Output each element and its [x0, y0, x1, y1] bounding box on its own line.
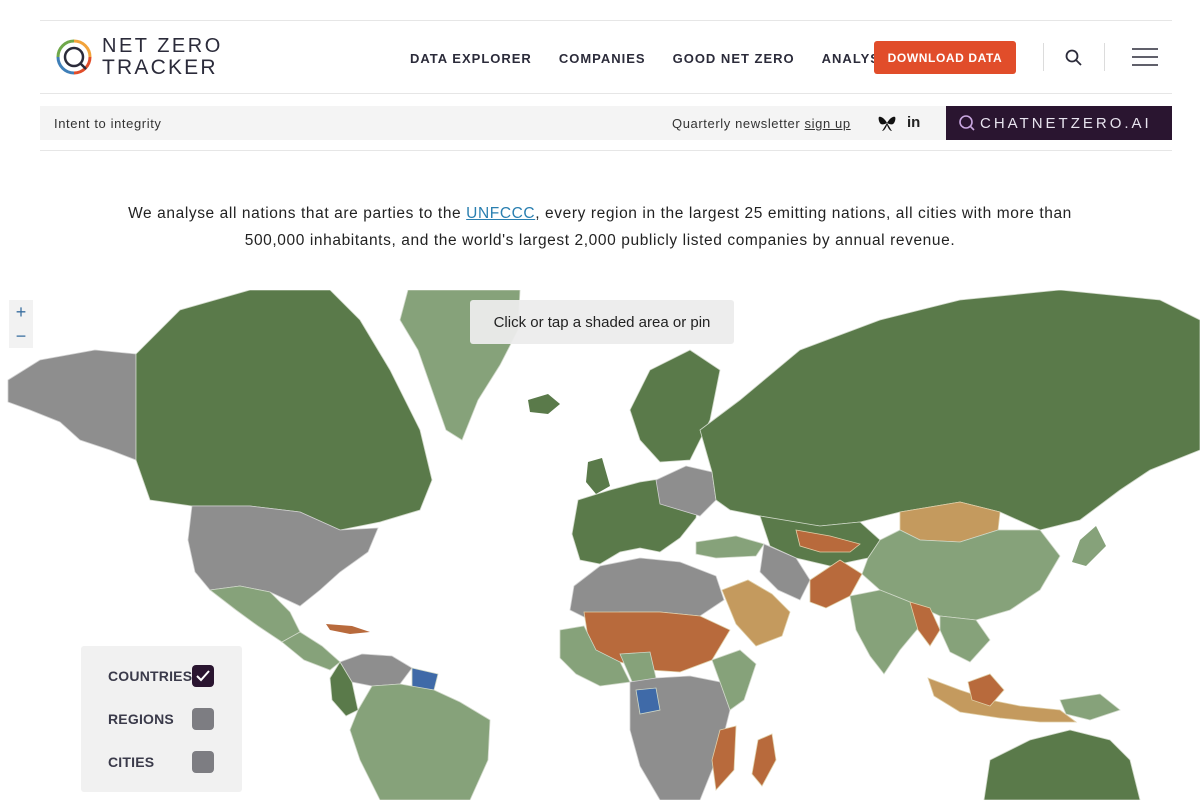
zoom-in-button[interactable]: +: [9, 300, 33, 324]
cities-checkbox[interactable]: [192, 751, 214, 773]
search-icon[interactable]: [1064, 48, 1084, 68]
header-separator: [1104, 43, 1105, 71]
header-separator: [1043, 43, 1044, 71]
map-region-japan[interactable]: [1072, 526, 1106, 566]
map-region-new-guinea[interactable]: [1059, 693, 1121, 721]
legend-label: REGIONS: [108, 711, 174, 727]
site-header: NET ZERO TRACKER DATA EXPLORER COMPANIES…: [40, 21, 1172, 94]
checkmark-icon: [196, 670, 210, 682]
chat-banner-label: CHATNETZERO.AI: [980, 114, 1152, 132]
map-region-gabon-congo[interactable]: [635, 687, 661, 715]
legend-label: CITIES: [108, 754, 155, 770]
map-region-central-america[interactable]: [281, 631, 341, 671]
logo-line-2: TRACKER: [102, 56, 218, 79]
map-zoom-controls: + −: [9, 300, 33, 348]
map-region-brazil[interactable]: [349, 683, 491, 800]
map-region-north-africa[interactable]: [569, 557, 725, 621]
nav-good-net-zero[interactable]: GOOD NET ZERO: [673, 51, 795, 66]
bluesky-icon[interactable]: [878, 116, 896, 132]
intro-paragraph: We analyse all nations that are parties …: [128, 205, 1072, 249]
map-region-uk[interactable]: [586, 458, 610, 494]
chatnetzero-banner[interactable]: CHATNETZERO.AI: [946, 106, 1172, 140]
net-zero-tracker-logo[interactable]: NET ZERO TRACKER: [52, 35, 223, 79]
logo-line-1: NET ZERO: [102, 35, 223, 57]
linkedin-icon[interactable]: in: [907, 114, 920, 131]
zoom-out-button[interactable]: −: [9, 324, 33, 348]
map-region-turkey[interactable]: [695, 535, 765, 559]
newsletter-signup-link[interactable]: sign up: [805, 116, 851, 131]
nav-companies[interactable]: COMPANIES: [559, 51, 646, 66]
map-region-indonesia[interactable]: [927, 677, 1078, 723]
map-region-iceland[interactable]: [528, 394, 560, 414]
hamburger-menu-icon[interactable]: [1132, 47, 1158, 67]
map-region-madagascar[interactable]: [751, 733, 777, 787]
map-region-india[interactable]: [849, 589, 921, 675]
newsletter-text: Quarterly newsletter sign up: [672, 116, 851, 131]
map-layer-legend: COUNTRIES REGIONS CITIES: [81, 646, 242, 792]
download-data-button[interactable]: DOWNLOAD DATA: [874, 41, 1016, 74]
sub-divider: [40, 150, 1172, 151]
legend-label: COUNTRIES: [108, 668, 193, 684]
map-region-alaska[interactable]: [7, 349, 137, 461]
regions-checkbox[interactable]: [192, 708, 214, 730]
legend-item-cities[interactable]: CITIES: [108, 751, 218, 773]
legend-item-regions[interactable]: REGIONS: [108, 708, 218, 730]
map-region-russia[interactable]: [699, 290, 1200, 531]
map-region-caribbean[interactable]: [326, 624, 370, 634]
map-region-canada[interactable]: [135, 290, 433, 531]
map-region-australia[interactable]: [983, 729, 1141, 800]
nav-data-explorer[interactable]: DATA EXPLORER: [410, 51, 532, 66]
unfccc-link[interactable]: UNFCCC: [466, 205, 535, 222]
map-hint-tooltip: Click or tap a shaded area or pin: [470, 300, 734, 344]
logo-mark-icon: [56, 39, 92, 75]
legend-item-countries[interactable]: COUNTRIES: [108, 665, 218, 687]
sub-bar: Intent to integrity Quarterly newsletter…: [40, 106, 946, 140]
map-region-indochina[interactable]: [939, 615, 991, 663]
countries-checkbox[interactable]: [192, 665, 214, 687]
main-nav: DATA EXPLORER COMPANIES GOOD NET ZERO AN…: [410, 51, 894, 66]
chat-q-icon: [959, 115, 975, 131]
tagline: Intent to integrity: [54, 116, 162, 131]
